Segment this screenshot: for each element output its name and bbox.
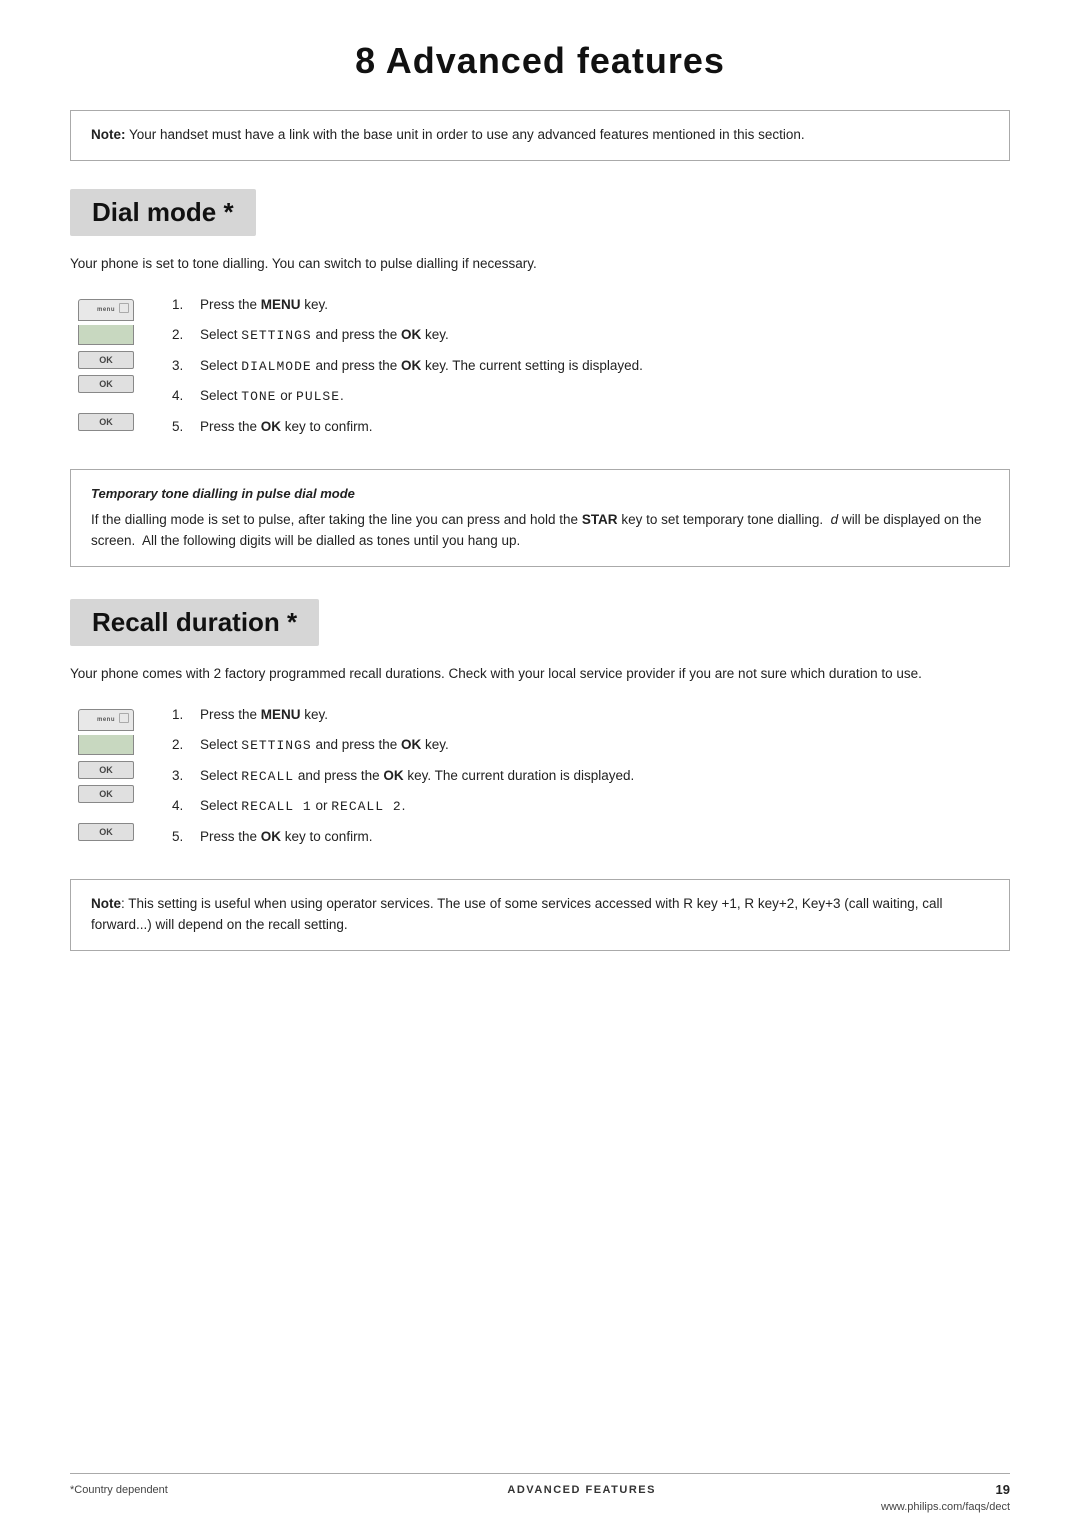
phone-graphic-dial: menu OK OK OK — [70, 299, 142, 431]
dial-mode-steps-area: menu OK OK OK 1. Press the MENU key. 2. — [70, 295, 1010, 447]
recall-step-1: 1. Press the MENU key. — [172, 705, 1010, 725]
recall-ol: 1. Press the MENU key. 2. Select SETTING… — [172, 705, 1010, 847]
phone-top-dial: menu — [78, 299, 134, 321]
dial-mode-intro: Your phone is set to tone dialling. You … — [70, 254, 1010, 275]
recall-steps-area: menu OK OK OK 1. Press the MENU key. 2. — [70, 705, 1010, 857]
phone-ok-btn-2-dial: OK — [78, 375, 134, 393]
dial-mode-tip-box: Temporary tone dialling in pulse dial mo… — [70, 469, 1010, 567]
phone-ok-btn-3-recall: OK — [78, 823, 134, 841]
dial-step-3: 3. Select DIALMODE and press the OK key.… — [172, 356, 1010, 377]
recall-duration-section: Recall duration * Your phone comes with … — [70, 599, 1010, 951]
footer-page-number: 19 — [996, 1482, 1010, 1497]
dial-step-2: 2. Select SETTINGS and press the OK key. — [172, 325, 1010, 346]
recall-duration-intro: Your phone comes with 2 factory programm… — [70, 664, 1010, 685]
top-note-box: Note: Your handset must have a link with… — [70, 110, 1010, 161]
recall-step-5: 5. Press the OK key to confirm. — [172, 827, 1010, 847]
footer-center-text: ADVANCED FEATURES — [168, 1484, 996, 1496]
recall-steps-list: 1. Press the MENU key. 2. Select SETTING… — [172, 705, 1010, 857]
tip-title: Temporary tone dialling in pulse dial mo… — [91, 484, 989, 504]
dial-mode-ol: 1. Press the MENU key. 2. Select SETTING… — [172, 295, 1010, 437]
footer-country-note: *Country dependent — [70, 1484, 168, 1496]
phone-ok-btn-2-recall: OK — [78, 785, 134, 803]
top-note-label: Note: — [91, 127, 126, 142]
phone-ok-btn-3-dial: OK — [78, 413, 134, 431]
phone-ok-btn-1-dial: OK — [78, 351, 134, 369]
page-footer: *Country dependent ADVANCED FEATURES 19 — [70, 1473, 1010, 1497]
dial-step-5: 5. Press the OK key to confirm. — [172, 417, 1010, 437]
phone-ok-btn-1-recall: OK — [78, 761, 134, 779]
recall-note-box: Note: This setting is useful when using … — [70, 879, 1010, 951]
recall-note-text: Note: This setting is useful when using … — [91, 894, 989, 936]
tip-text: If the dialling mode is set to pulse, af… — [91, 510, 989, 552]
recall-step-4: 4. Select RECALL 1 or RECALL 2. — [172, 796, 1010, 817]
recall-step-2: 2. Select SETTINGS and press the OK key. — [172, 735, 1010, 756]
phone-top-recall: menu — [78, 709, 134, 731]
dial-mode-steps-list: 1. Press the MENU key. 2. Select SETTING… — [172, 295, 1010, 447]
dial-mode-heading: Dial mode * — [70, 189, 256, 236]
top-note-text: Your handset must have a link with the b… — [126, 127, 805, 142]
page: 8 Advanced features Note: Your handset m… — [0, 0, 1080, 1533]
phone-screen-recall — [78, 735, 134, 755]
recall-step-3: 3. Select RECALL and press the OK key. T… — [172, 766, 1010, 787]
phone-graphic-recall: menu OK OK OK — [70, 709, 142, 841]
phone-screen-dial — [78, 325, 134, 345]
recall-duration-heading: Recall duration * — [70, 599, 319, 646]
dial-mode-section: Dial mode * Your phone is set to tone di… — [70, 189, 1010, 567]
chapter-title: 8 Advanced features — [70, 40, 1010, 82]
dial-step-4: 4. Select TONE or PULSE. — [172, 386, 1010, 407]
footer-url: www.philips.com/faqs/dect — [881, 1501, 1010, 1513]
dial-step-1: 1. Press the MENU key. — [172, 295, 1010, 315]
